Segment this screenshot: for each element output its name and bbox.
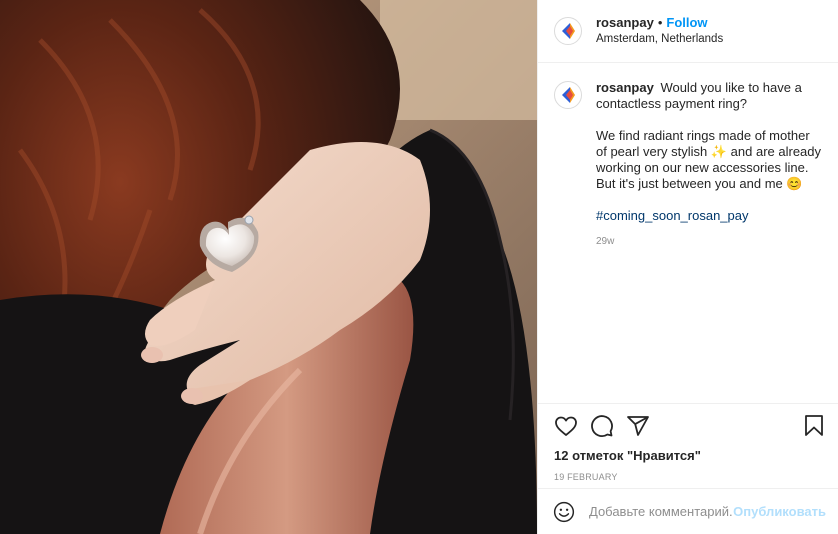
follow-button[interactable]: Follow (666, 15, 707, 30)
rosanpay-logo-icon (562, 87, 575, 103)
bookmark-icon (805, 415, 823, 436)
rosanpay-logo-icon (562, 23, 575, 39)
action-bar (538, 404, 838, 448)
heart-icon (555, 416, 577, 436)
avatar[interactable] (554, 17, 582, 45)
instagram-post: rosanpay • Follow Amsterdam, Netherlands r… (0, 0, 838, 534)
post-date: 19 FEBRUARY (554, 472, 618, 482)
share-button[interactable] (624, 412, 652, 440)
caption-text: rosanpay Would you like to have a contac… (596, 80, 822, 250)
hashtag-link[interactable]: #coming_soon_rosan_pay (596, 208, 822, 224)
caption-avatar[interactable] (554, 81, 582, 109)
share-icon (627, 416, 649, 436)
likes-count[interactable]: 12 отметок "Нравится" (538, 448, 838, 464)
comment-button[interactable] (588, 412, 616, 440)
caption-username[interactable]: rosanpay (596, 80, 654, 95)
actions-area: 12 отметок "Нравится" 19 FEBRUARY (538, 403, 838, 482)
post-header: rosanpay • Follow Amsterdam, Netherlands (538, 0, 838, 63)
comment-input[interactable] (589, 504, 734, 519)
caption-paragraph-2: We find radiant rings made of mother of … (596, 128, 822, 191)
header-username[interactable]: rosanpay (596, 15, 654, 30)
save-button[interactable] (800, 412, 828, 440)
post-photo[interactable] (0, 0, 537, 534)
emoji-button[interactable] (553, 501, 575, 523)
post-side-panel: rosanpay • Follow Amsterdam, Netherlands r… (537, 0, 838, 534)
location-link[interactable]: Amsterdam, Netherlands (596, 31, 723, 47)
comment-icon (591, 415, 613, 437)
separator-dot: • (657, 15, 663, 30)
smiley-icon (553, 501, 575, 522)
publish-button[interactable]: Опубликовать (733, 504, 826, 519)
header-text: rosanpay • Follow Amsterdam, Netherlands (596, 15, 723, 47)
like-button[interactable] (552, 412, 580, 440)
caption-row: rosanpay Would you like to have a contac… (554, 80, 822, 250)
add-comment-bar: Опубликовать (538, 488, 838, 534)
comments-section: rosanpay Would you like to have a contac… (538, 64, 838, 403)
photo-hand-with-heart-ring (0, 0, 537, 534)
caption-age: 29w (596, 236, 615, 247)
